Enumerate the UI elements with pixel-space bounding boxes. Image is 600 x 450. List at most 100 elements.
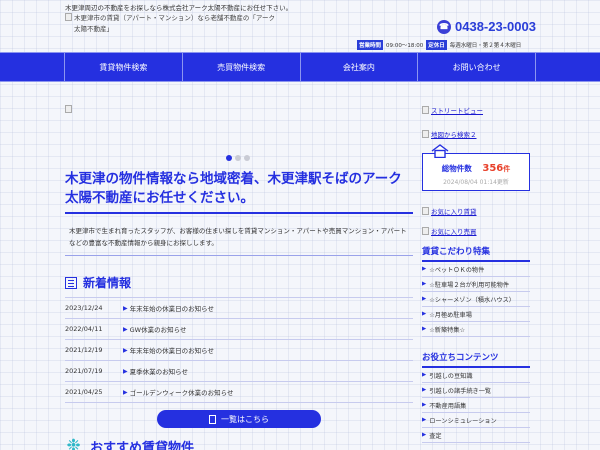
- feature-item[interactable]: ▶ ☆ペットＯＫの物件: [422, 262, 530, 277]
- news-link[interactable]: 年末年始の休業日のお知らせ: [130, 303, 214, 313]
- feature-item[interactable]: ▶ ☆月極め駐車場: [422, 307, 530, 322]
- content-item[interactable]: ▶ 引越しの豆知識: [422, 368, 530, 383]
- news-row[interactable]: 2021/04/25 ▶ ゴールデンウィーク休業のお知らせ: [65, 382, 413, 403]
- header-tagline: 木更津周辺の不動産をお探しなら株式会社アーク太陽不動産にお任せ下さい。: [65, 4, 293, 12]
- sidebar: ストリートビュー 地図から検索２ 総物件数 356件 2024/08/04 01…: [422, 105, 530, 443]
- content-item[interactable]: ▶ 引越しの諸手続き一覧: [422, 383, 530, 398]
- page-headline: 木更津の物件情報なら地域密着、木更津駅そばのアーク太陽不動産にお任せください。: [65, 170, 413, 214]
- news-link[interactable]: 夏季休業のお知らせ: [130, 366, 188, 376]
- document-icon: [209, 414, 216, 424]
- holiday-badge: 定休日: [426, 40, 447, 50]
- hours-value: 09:00～18:00: [386, 43, 424, 49]
- business-hours: 営業時間 09:00～18:00 定休日 毎週水曜日・第２第４木曜日: [357, 40, 521, 50]
- news-row[interactable]: 2022/04/11 ▶ GW休業のお知らせ: [65, 319, 413, 340]
- news-list-button-label: 一覧はこちら: [221, 414, 269, 424]
- news-row[interactable]: 2023/12/24 ▶ 年末年始の休業日のお知らせ: [65, 298, 413, 319]
- broken-image-icon: [65, 13, 72, 21]
- site-logo[interactable]: 木更津市の賃貸（アパート・マンション）なら老舗不動産の「アーク太陽不動産」: [65, 13, 280, 35]
- content-label: 引越しの諸手続き一覧: [429, 387, 492, 395]
- arrow-right-icon: ▶: [422, 417, 427, 423]
- feature-item[interactable]: ▶ ☆駐車場２台が利用可能物件: [422, 277, 530, 292]
- sparkle-icon: ❉: [66, 436, 81, 450]
- news-link[interactable]: 年末年始の休業日のお知らせ: [130, 345, 214, 355]
- newspaper-icon: [65, 276, 77, 289]
- favorite-rent-link[interactable]: お気に入り賃貸: [422, 206, 530, 216]
- arrow-right-icon: ▶: [422, 326, 427, 332]
- phone-text: 0438-23-0003: [455, 19, 536, 34]
- recommended-heading: ❉ おすすめ賃貸物件: [65, 437, 413, 450]
- broken-image-icon: [422, 130, 429, 138]
- content-label: 不動産用語集: [429, 402, 467, 410]
- arrow-right-icon: ▶: [123, 388, 128, 396]
- hero-slider: [65, 105, 413, 167]
- property-count-box: 総物件数 356件 2024/08/04 01:14更新: [422, 144, 530, 191]
- arrow-right-icon: ▶: [123, 346, 128, 354]
- arrow-right-icon: ▶: [123, 304, 128, 312]
- arrow-right-icon: ▶: [422, 402, 427, 408]
- news-row[interactable]: 2021/12/19 ▶ 年末年始の休業日のお知らせ: [65, 340, 413, 361]
- news-date: 2021/07/19: [65, 367, 103, 375]
- arrow-right-icon: ▶: [422, 266, 427, 272]
- broken-image-icon: [422, 227, 429, 235]
- content-label: ローンシミュレーション: [429, 417, 497, 425]
- contents-heading: お役立ちコンテンツ: [422, 351, 530, 368]
- holiday-value: 毎週水曜日・第２第４木曜日: [449, 43, 522, 49]
- favorite-sale-link[interactable]: お気に入り売買: [422, 226, 530, 236]
- news-list-button[interactable]: 一覧はこちら: [157, 410, 321, 428]
- count-updated: 2024/08/04 01:14更新: [443, 179, 509, 186]
- main-content: 木更津の物件情報なら地域密着、木更津駅そばのアーク太陽不動産にお任せください。 …: [65, 105, 413, 450]
- news-date: 2022/04/11: [65, 325, 103, 333]
- main-navigation: 賃貸物件検索 売買物件検索 会社案内 お問い合わせ: [0, 52, 600, 82]
- features-heading: 賃貸こだわり特集: [422, 245, 530, 262]
- arrow-right-icon: ▶: [422, 311, 427, 317]
- arrow-right-icon: ▶: [123, 325, 128, 333]
- news-link[interactable]: GW休業のお知らせ: [130, 324, 187, 334]
- content-label: 引越しの豆知識: [429, 372, 473, 380]
- favorite-rent-text: お気に入り賃貸: [431, 208, 477, 216]
- arrow-right-icon: ▶: [422, 281, 427, 287]
- news-row[interactable]: 2021/07/19 ▶ 夏季休業のお知らせ: [65, 361, 413, 382]
- nav-sale-search[interactable]: 売買物件検索: [181, 53, 300, 81]
- feature-label: ☆駐車場２台が利用可能物件: [429, 281, 510, 289]
- arrow-right-icon: ▶: [422, 387, 427, 393]
- content-label: 査定: [429, 432, 442, 440]
- broken-image-icon: [65, 105, 72, 113]
- content-item[interactable]: ▶ 不動産用語集: [422, 398, 530, 413]
- arrow-right-icon: ▶: [422, 296, 427, 302]
- nav-company[interactable]: 会社案内: [299, 53, 418, 81]
- slider-dots: [226, 155, 250, 161]
- slider-dot-1[interactable]: [226, 155, 232, 161]
- slider-dot-2[interactable]: [235, 155, 241, 161]
- house-icon: [431, 144, 449, 158]
- arrow-right-icon: ▶: [123, 367, 128, 375]
- feature-label: ☆シャーメゾン（積水ハウス）: [429, 296, 515, 304]
- count-label: 総物件数: [441, 164, 472, 173]
- phone-icon: ☎: [437, 19, 451, 34]
- content-item[interactable]: ▶ 査定: [422, 428, 530, 443]
- nav-contact[interactable]: お問い合わせ: [417, 53, 536, 81]
- favorite-sale-text: お気に入り売買: [431, 228, 477, 236]
- broken-image-icon: [422, 207, 429, 215]
- feature-label: ☆月極め駐車場: [429, 311, 472, 319]
- feature-item[interactable]: ▶ ☆新築特集☆: [422, 322, 530, 337]
- phone-number[interactable]: ☎ 0438-23-0003: [437, 19, 536, 34]
- arrow-right-icon: ▶: [422, 372, 427, 378]
- count-unit: 件: [503, 165, 511, 173]
- intro-text: 木更津市で生まれ育ったスタッフが、お客様の住まい探しを賃貸マンション・アパートや…: [65, 219, 413, 256]
- slider-dot-3[interactable]: [244, 155, 250, 161]
- news-link[interactable]: ゴールデンウィーク休業のお知らせ: [130, 387, 234, 397]
- news-heading-text: 新着情報: [83, 276, 132, 290]
- street-view-link[interactable]: ストリートビュー: [422, 105, 530, 115]
- broken-image-icon: [422, 106, 429, 114]
- news-date: 2023/12/24: [65, 304, 103, 312]
- content-item[interactable]: ▶ ローンシミュレーション: [422, 413, 530, 428]
- nav-rent-search[interactable]: 賃貸物件検索: [64, 53, 182, 81]
- feature-item[interactable]: ▶ ☆シャーメゾン（積水ハウス）: [422, 292, 530, 307]
- count-value: 356: [482, 163, 504, 174]
- map-search-link[interactable]: 地図から検索２: [422, 129, 530, 139]
- street-view-text: ストリートビュー: [431, 107, 483, 115]
- map-search-text: 地図から検索２: [431, 131, 477, 139]
- hours-badge: 営業時間: [357, 40, 384, 50]
- news-date: 2021/12/19: [65, 346, 103, 354]
- logo-alt-text: 木更津市の賃貸（アパート・マンション）なら老舗不動産の「アーク太陽不動産」: [74, 14, 275, 33]
